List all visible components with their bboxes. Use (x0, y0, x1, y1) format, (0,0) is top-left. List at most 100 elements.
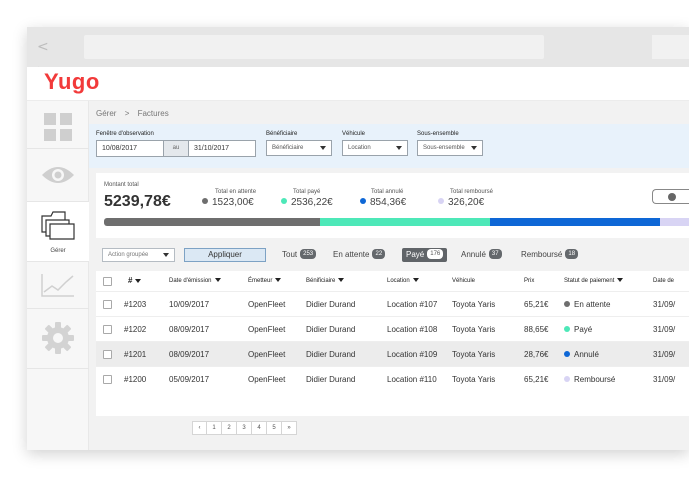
table-row[interactable]: #1200 05/09/2017 OpenFleet Didier Durand… (96, 366, 689, 391)
pagination-page[interactable]: 5 (267, 421, 282, 435)
breadcrumb-parent[interactable]: Gérer (96, 109, 116, 118)
invoice-id[interactable]: #1201 (124, 342, 146, 367)
row-checkbox[interactable] (103, 350, 112, 359)
beneficiary-label: Bénéficiaire (266, 131, 298, 137)
folders-icon (41, 211, 75, 240)
bulk-action-select[interactable]: Action groupée (102, 248, 175, 262)
col-header-label: Date de (653, 278, 675, 284)
beneficiary-select-value: Bénéficiaire (272, 145, 304, 151)
pagination-next[interactable]: » (282, 421, 297, 435)
sidebar-item-manage[interactable]: Gérer (27, 202, 89, 262)
location: Location #107 (387, 300, 438, 309)
count-badge: 18 (565, 248, 579, 259)
filter-tab-label: Remboursé (521, 250, 563, 259)
table-row[interactable]: #1202 08/09/2017 OpenFleet Didier Durand… (96, 316, 689, 341)
gear-icon (42, 322, 74, 354)
breadcrumb-current: Factures (137, 109, 169, 118)
totals-options-button[interactable] (652, 189, 689, 204)
select-all-checkbox[interactable] (103, 277, 112, 286)
cancelled-total-value: 854,36€ (370, 197, 407, 208)
col-header-issuer[interactable]: Émetteur (248, 271, 282, 291)
sidebar-item-settings[interactable] (27, 309, 89, 369)
apply-button[interactable]: Appliquer (184, 248, 266, 262)
date-cell: 31/09/ (653, 300, 676, 309)
col-header-date: Date de (653, 271, 674, 291)
beneficiary-select[interactable]: Bénéficiaire (266, 140, 332, 156)
pagination-page[interactable]: 3 (237, 421, 252, 435)
count-badge: 253 (300, 248, 317, 259)
row-checkbox[interactable] (103, 300, 112, 309)
date-from-field[interactable]: 10/08/2017 (96, 140, 164, 157)
subset-select-value: Sous-ensemble (423, 145, 465, 151)
col-header-label: # (128, 276, 133, 285)
main-content: Gérer > Factures Fenêtre d'observation 1… (89, 101, 689, 450)
sidebar-item-dashboard[interactable] (27, 101, 89, 149)
price: 88,65€ (524, 325, 549, 334)
app-logo[interactable]: Yugo (44, 69, 100, 95)
filter-tab-refunded[interactable]: Remboursé 18 (521, 248, 579, 262)
row-checkbox[interactable] (103, 375, 112, 384)
pagination-prev[interactable]: ‹ (192, 421, 207, 435)
sort-caret-icon (214, 278, 221, 283)
sort-caret-icon (135, 278, 142, 283)
invoice-id[interactable]: #1203 (124, 292, 146, 317)
col-header-label: Prix (524, 278, 535, 284)
table-row[interactable]: #1203 10/09/2017 OpenFleet Didier Durand… (96, 291, 689, 316)
vehicle-label: Véhicule (342, 131, 366, 137)
issue-date: 05/09/2017 (169, 375, 210, 384)
filter-tab-cancelled[interactable]: Annulé 37 (461, 248, 502, 262)
subset-select[interactable]: Sous-ensemble (417, 140, 483, 156)
grid-icon (44, 113, 72, 141)
col-header-label: Émetteur (248, 278, 273, 284)
address-bar[interactable] (84, 35, 544, 59)
totals-panel: Montant total 5239,78€ Total en attente … (96, 173, 689, 238)
cancelled-total-label: Total annulé (371, 189, 404, 195)
pending-total-label: Total en attente (215, 189, 257, 195)
col-header-location[interactable]: Location (387, 271, 419, 291)
paid-total-label: Total payé (293, 189, 321, 195)
pagination-page[interactable]: 4 (252, 421, 267, 435)
refunded-total-label: Total remboursé (450, 189, 494, 195)
sidebar-item-observe[interactable] (27, 149, 89, 202)
invoice-id[interactable]: #1200 (124, 367, 146, 392)
paid-total-value: 2536,22€ (291, 197, 333, 208)
invoice-table: # Date d'émission Émetteur Bénificiaire … (96, 271, 689, 416)
col-header-payment-status[interactable]: Statut de paiement (564, 271, 624, 291)
browser-button[interactable] (652, 35, 689, 59)
count-badge: 37 (488, 248, 502, 259)
col-header-issue-date[interactable]: Date d'émission (169, 271, 221, 291)
payment-status-label: Remboursé (574, 375, 616, 384)
status-dot (564, 325, 570, 332)
status-dot (281, 198, 287, 205)
filter-tab-pending[interactable]: En attente 22 (333, 248, 386, 262)
refunded-total-value: 326,20€ (448, 197, 485, 208)
location: Location #109 (387, 350, 438, 359)
eye-icon (42, 167, 74, 183)
app-window: < > Yugo Gérer (27, 27, 689, 450)
pagination-page[interactable]: 1 (207, 421, 222, 435)
nav-arrows[interactable]: < > (37, 35, 75, 79)
count-badge: 176 (427, 248, 444, 259)
pagination-page[interactable]: 2 (222, 421, 237, 435)
date-to-field[interactable]: 31/10/2017 (188, 140, 256, 157)
row-checkbox[interactable] (103, 325, 112, 334)
col-header-label: Location (387, 278, 410, 284)
sidebar-item-analytics[interactable] (27, 262, 89, 309)
count-badge: 22 (372, 248, 386, 259)
filter-tab-paid[interactable]: Payé 176 (402, 248, 448, 262)
col-header-id[interactable]: # (128, 271, 142, 291)
vehicle-select[interactable]: Location (342, 140, 408, 156)
chart-icon (41, 274, 74, 297)
payment-status: Annulé (564, 342, 599, 367)
bar-segment-pending (104, 218, 321, 226)
invoice-id[interactable]: #1202 (124, 317, 146, 342)
chevron-down-icon (396, 146, 402, 150)
filter-tab-all[interactable]: Tout 253 (282, 248, 317, 262)
table-row[interactable]: #1201 08/09/2017 OpenFleet Didier Durand… (96, 341, 689, 366)
col-header-label: Statut de paiement (564, 278, 615, 284)
bar-segment-paid (320, 218, 491, 226)
sort-caret-icon (275, 278, 282, 283)
status-dot (564, 375, 570, 382)
payment-status-label: Annulé (574, 350, 599, 359)
col-header-beneficiary[interactable]: Bénificiaire (306, 271, 345, 291)
